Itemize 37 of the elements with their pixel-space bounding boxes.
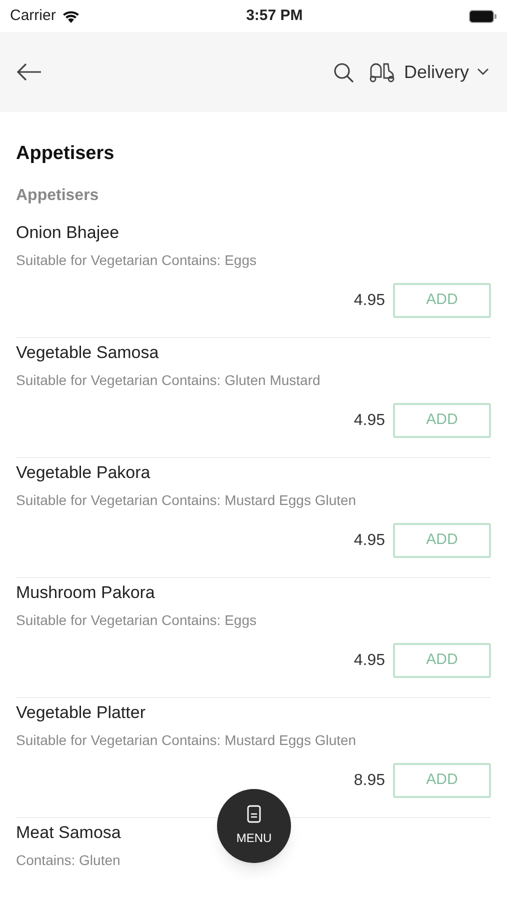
add-button[interactable]: ADD: [393, 523, 491, 558]
item-name: Vegetable Samosa: [16, 343, 159, 362]
add-button[interactable]: ADD: [393, 403, 491, 438]
add-button[interactable]: ADD: [393, 643, 491, 678]
item-description: Suitable for Vegetarian Contains: Eggs: [16, 611, 258, 629]
item-name: Onion Bhajee: [16, 223, 120, 242]
scooter-icon: [368, 61, 396, 83]
search-button[interactable]: [332, 62, 354, 82]
add-button[interactable]: ADD: [393, 283, 491, 318]
item-name: Vegetable Platter: [16, 703, 146, 722]
wifi-icon: [62, 10, 80, 22]
battery-icon: [468, 10, 497, 22]
item-price: 4.95: [354, 530, 385, 550]
item-price: 8.95: [354, 770, 385, 790]
item-name: Mushroom Pakora: [16, 583, 155, 602]
item-description: Suitable for Vegetarian Contains: Eggs: [16, 251, 258, 269]
add-button[interactable]: ADD: [393, 763, 491, 798]
back-button[interactable]: [16, 62, 42, 82]
item-price: 4.95: [354, 290, 385, 310]
section-title: Appetisers: [16, 142, 116, 166]
item-description: Suitable for Vegetarian Contains: Gluten Mustard: [16, 371, 322, 389]
item-price: 4.95: [354, 410, 385, 430]
item-name: Meat Samosa: [16, 823, 121, 842]
category-heading: Appetisers: [16, 186, 100, 206]
back-arrow-icon: [16, 62, 42, 82]
item-name: Vegetable Pakora: [16, 463, 150, 482]
carrier-name: Carrier: [10, 6, 56, 26]
delivery-selector[interactable]: Delivery: [368, 58, 489, 86]
menu-button[interactable]: MENU: [217, 789, 291, 863]
item-description: Suitable for Vegetarian Contains: Mustard Eggs Gluten: [16, 491, 358, 509]
item-price: 4.95: [354, 650, 385, 670]
chevron-down-icon: [477, 68, 489, 76]
menu-card-icon: [247, 805, 261, 823]
item-description: Suitable for Vegetarian Contains: Mustard Eggs Gluten: [16, 731, 358, 749]
search-icon: [332, 62, 354, 82]
status-time: 3:57 PM: [246, 6, 303, 26]
item-description: Contains: Gluten: [16, 851, 122, 869]
